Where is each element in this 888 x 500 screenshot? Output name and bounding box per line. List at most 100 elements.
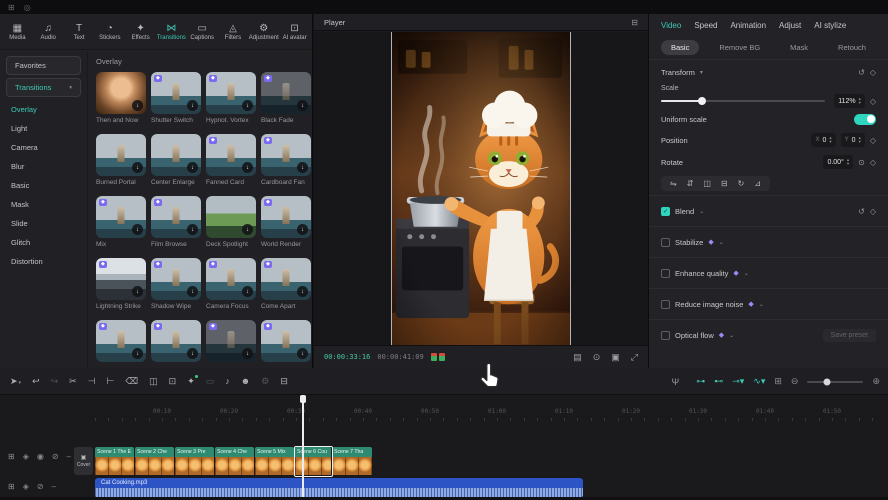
- display-preview-icon[interactable]: ⊞: [774, 376, 782, 387]
- download-icon[interactable]: ↓: [132, 286, 143, 297]
- transition-thumbnail[interactable]: ◆↓: [151, 258, 201, 300]
- transition-thumbnail[interactable]: ◆↓: [96, 258, 146, 300]
- app-logo-icon[interactable]: ◎: [24, 3, 31, 12]
- chevron-down-icon[interactable]: ⌄: [699, 208, 704, 215]
- download-icon[interactable]: ↓: [242, 224, 253, 235]
- cover-button[interactable]: ▣ Cover: [74, 447, 93, 475]
- checkbox-enhance-quality[interactable]: [661, 269, 670, 278]
- sidebar-item-light[interactable]: Light: [0, 119, 87, 138]
- stepper-icon[interactable]: ▴▾: [847, 158, 849, 166]
- undo-icon[interactable]: ↩: [32, 377, 40, 386]
- download-icon[interactable]: ↓: [132, 348, 143, 359]
- adjust-icon[interactable]: ⚙: [261, 377, 269, 386]
- delete-right-icon[interactable]: ⊢: [107, 377, 115, 386]
- transition-item-come-apart[interactable]: ◆↓Come Apart: [261, 258, 311, 311]
- keyframe-icon[interactable]: ◇: [870, 97, 876, 106]
- scale-adapt-icon[interactable]: ⊙: [593, 352, 601, 363]
- transition-item-shutter-switch[interactable]: ◆↓Shutter Switch: [151, 72, 201, 125]
- transition-thumbnail[interactable]: ↓: [96, 134, 146, 176]
- transition-item[interactable]: ◆↓: [261, 320, 311, 368]
- tab-ai-stylize[interactable]: AI stylize: [814, 21, 846, 30]
- position-x-value[interactable]: 0: [822, 137, 826, 144]
- download-icon[interactable]: ↓: [132, 100, 143, 111]
- mask-icon[interactable]: ▭: [206, 377, 215, 386]
- crop-icon[interactable]: ⊡: [169, 377, 177, 386]
- sidebar-item-camera[interactable]: Camera: [0, 138, 87, 157]
- save-preset-button[interactable]: Save preset: [823, 329, 876, 342]
- checkbox-blend[interactable]: ✓: [661, 207, 670, 216]
- timeline-ruler[interactable]: 00:1000:2000:3000:4000:5001:0001:1001:20…: [0, 395, 888, 424]
- download-icon[interactable]: ↓: [187, 100, 198, 111]
- track-control-icon[interactable]: –: [52, 482, 56, 491]
- video-canvas[interactable]: [391, 32, 571, 345]
- track-control-icon[interactable]: ◈: [23, 482, 29, 491]
- redo-icon[interactable]: ↪: [51, 377, 59, 386]
- toolbar-stickers[interactable]: ◔Stickers: [94, 23, 125, 41]
- clip-scene-1-the-e[interactable]: Scene 1 The E: [95, 447, 134, 475]
- sidebar-item-overlay[interactable]: Overlay: [0, 100, 87, 119]
- reset-icon[interactable]: ↺: [858, 68, 865, 77]
- transition-item[interactable]: ◆↓: [151, 320, 201, 368]
- toolbar-media[interactable]: ▦Media: [2, 23, 33, 41]
- rotate-right-icon[interactable]: ↻: [738, 179, 745, 188]
- track-control-icon[interactable]: ⊘: [52, 452, 59, 461]
- download-icon[interactable]: ↓: [132, 224, 143, 235]
- stepper-icon[interactable]: ▴▾: [829, 136, 831, 144]
- keyframe-icon[interactable]: ◇: [870, 68, 876, 77]
- track-control-icon[interactable]: ◉: [37, 452, 44, 461]
- chevron-down-icon[interactable]: ▾: [700, 69, 703, 76]
- record-screen-icon[interactable]: ⊟: [280, 377, 288, 386]
- transition-thumbnail[interactable]: ◆↓: [261, 196, 311, 238]
- transition-item-lightning-strike[interactable]: ◆↓Lightning Strike: [96, 258, 146, 311]
- timeline-zoom-slider[interactable]: [807, 381, 863, 383]
- skew-icon[interactable]: ⊿: [754, 179, 761, 188]
- player-menu-icon[interactable]: ⊟: [631, 18, 638, 27]
- subtab-remove-bg[interactable]: Remove BG: [709, 40, 770, 55]
- toolbar-ai-avatar[interactable]: ⊡AI avatar: [279, 23, 310, 41]
- transition-thumbnail[interactable]: ◆↓: [261, 72, 311, 114]
- transition-thumbnail[interactable]: ◆↓: [151, 196, 201, 238]
- delete-left-icon[interactable]: ⊣: [88, 377, 96, 386]
- subtab-mask[interactable]: Mask: [780, 40, 818, 55]
- transition-thumbnail[interactable]: ◆↓: [151, 320, 201, 362]
- download-icon[interactable]: ↓: [242, 286, 253, 297]
- download-icon[interactable]: ↓: [297, 100, 308, 111]
- toolbar-text[interactable]: TText: [64, 23, 95, 41]
- clip-scene-3-pre[interactable]: Scene 3 Pre: [175, 447, 214, 475]
- extract-person-icon[interactable]: ☻: [241, 377, 250, 386]
- transition-item-center-enlarge[interactable]: ↓Center Enlarge: [151, 134, 201, 187]
- align-icon[interactable]: ⊟: [721, 179, 728, 188]
- rotate-dial-icon[interactable]: ⊙: [858, 158, 865, 167]
- checkbox-stabilize[interactable]: [661, 238, 670, 247]
- download-icon[interactable]: ↓: [297, 348, 308, 359]
- sidebar-item-favorites[interactable]: Favorites: [6, 56, 81, 75]
- link-icon[interactable]: ⊷: [714, 377, 723, 386]
- sidebar-item-distortion[interactable]: Distortion: [0, 252, 87, 271]
- app-menu-icon[interactable]: ⊞: [8, 3, 15, 12]
- sidebar-item-transitions[interactable]: Transitions▾: [6, 78, 81, 97]
- position-x-box[interactable]: X 0 ▴▾: [811, 133, 835, 147]
- smart-tools-icon[interactable]: ✦: [187, 377, 195, 386]
- clip-scene-6-cou[interactable]: Scene 6 Cou: [295, 447, 331, 475]
- chevron-down-icon[interactable]: ⌄: [719, 239, 724, 246]
- zoom-out-icon[interactable]: ⊖: [791, 376, 799, 387]
- rotate-value[interactable]: 0.00°: [827, 159, 843, 166]
- transition-thumbnail[interactable]: ◆↓: [96, 320, 146, 362]
- slider-knob[interactable]: [698, 97, 706, 105]
- stepper-icon[interactable]: ▴▾: [859, 136, 861, 144]
- render-icon[interactable]: ∿▾: [753, 377, 765, 386]
- transition-thumbnail[interactable]: ◆↓: [206, 320, 256, 362]
- tab-animation[interactable]: Animation: [730, 21, 766, 30]
- sidebar-item-mask[interactable]: Mask: [0, 195, 87, 214]
- track-control-icon[interactable]: ⊞: [8, 482, 15, 491]
- sidebar-item-slide[interactable]: Slide: [0, 214, 87, 233]
- delete-icon[interactable]: ⌫: [125, 377, 138, 386]
- clip-scene-2-che[interactable]: Scene 2 Che: [135, 447, 174, 475]
- transition-thumbnail[interactable]: ◆↓: [206, 258, 256, 300]
- tab-adjust[interactable]: Adjust: [779, 21, 801, 30]
- clip-scene-4-che[interactable]: Scene 4 Che: [215, 447, 254, 475]
- scale-value-box[interactable]: 112% ▴▾: [834, 94, 865, 108]
- transition-thumbnail[interactable]: ↓: [96, 72, 146, 114]
- sidebar-item-glitch[interactable]: Glitch: [0, 233, 87, 252]
- transition-item-world-render[interactable]: ◆↓World Render: [261, 196, 311, 249]
